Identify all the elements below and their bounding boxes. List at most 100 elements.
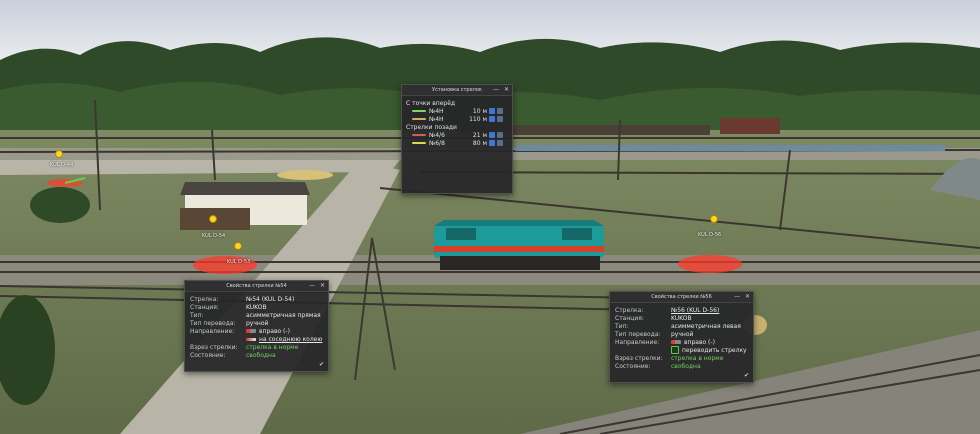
property-row: Состояние: свободна [615, 362, 748, 370]
property-row: Направление: вправо (-) [190, 327, 323, 335]
info-icon[interactable] [489, 132, 495, 138]
property-value: стрелка в норме [246, 343, 299, 351]
throw-switch-icon[interactable] [671, 346, 679, 354]
route-color-icon [412, 118, 426, 120]
info-icon[interactable] [489, 116, 495, 122]
route-distance: 21 м [472, 131, 487, 139]
switch-marker-icon[interactable] [234, 242, 242, 250]
property-row: Тип перевода: ручной [615, 330, 748, 338]
property-label: Состояние: [190, 351, 226, 359]
property-row: переводить стрелку [615, 346, 748, 354]
property-row: Направление: вправо (-) [615, 338, 748, 346]
route-distance: 10 м [472, 107, 487, 115]
switch-tag[interactable]: KUL D-44 [50, 162, 73, 168]
settings-icon[interactable] [497, 132, 503, 138]
close-icon[interactable]: ✕ [504, 86, 509, 93]
switch-tag[interactable]: KUL D-53 [227, 259, 250, 265]
property-label: Стрелка: [190, 295, 219, 303]
property-value[interactable]: №56 (KUL D-56) [671, 307, 719, 314]
property-value: свободна [246, 351, 276, 359]
property-label: Станция: [190, 303, 219, 311]
property-label: Состояние: [615, 362, 651, 370]
close-icon[interactable]: ✕ [745, 293, 750, 300]
property-value: ручной [671, 330, 694, 338]
route-name: №4/6 [429, 131, 445, 139]
close-icon[interactable]: ✕ [320, 282, 325, 289]
property-value: KUKOB [671, 314, 692, 322]
property-row: Тип: асимметричная левая [615, 322, 748, 330]
property-value: KUKOB [246, 303, 267, 311]
route-item[interactable]: №6/8 80 м [406, 139, 508, 147]
route-distance: 80 м [472, 139, 487, 147]
route-distance: 110 м [469, 115, 487, 123]
switch-properties-panel-56: Свойства стрелки №56 — ✕ Стрелка: №56 (KU… [609, 291, 754, 383]
route-item[interactable]: №4Н 110 м [406, 115, 508, 123]
switch-tag[interactable]: KUL D-54 [202, 233, 225, 239]
direction-icon [246, 329, 256, 333]
pin-icon[interactable]: — [734, 293, 740, 300]
property-value: вправо (-) [259, 327, 290, 335]
property-value: ручной [246, 319, 269, 327]
confirm-icon[interactable]: ✔ [744, 372, 749, 379]
property-label: Взрез стрелки: [615, 354, 663, 362]
property-label: Тип перевода: [190, 319, 236, 327]
panel-title: Установка стрелок [432, 87, 482, 93]
property-row: на соседнюю колею [190, 335, 323, 343]
property-label: Стрелка: [615, 306, 644, 314]
switch-routes-panel: Установка стрелок — ✕ С точки вперёд №4Н… [401, 84, 513, 194]
settings-icon[interactable] [497, 108, 503, 114]
property-row: Станция: KUKOB [190, 303, 323, 311]
property-row: Стрелка: №56 (KUL D-56) [615, 306, 748, 314]
panel-title: Свойства стрелки №56 [651, 294, 712, 300]
route-color-icon [412, 134, 426, 136]
panel-title-bar[interactable]: Свойства стрелки №56 — ✕ [610, 292, 753, 303]
property-row: Взрез стрелки: стрелка в норме [615, 354, 748, 362]
panel-title: Свойства стрелки №54 [226, 283, 287, 289]
property-row: Стрелка: №54 (KUL D-54) [190, 295, 323, 303]
property-row: Тип: асимметричная прямая [190, 311, 323, 319]
property-value: №54 (KUL D-54) [246, 295, 295, 303]
route-item[interactable]: №4Н 10 м [406, 107, 508, 115]
property-value: асимметричная прямая [246, 311, 321, 319]
route-name: №4Н [429, 115, 444, 123]
pin-icon[interactable]: — [309, 282, 315, 289]
info-icon[interactable] [489, 108, 495, 114]
route-item[interactable]: №4/6 21 м [406, 131, 508, 139]
railway-scene [0, 0, 980, 434]
property-label: Тип: [615, 322, 629, 330]
property-row: Станция: KUKOB [615, 314, 748, 322]
panel-title-bar[interactable]: Свойства стрелки №54 — ✕ [185, 281, 328, 292]
switch-marker-icon[interactable] [710, 215, 718, 223]
info-icon[interactable] [489, 140, 495, 146]
property-label: Направление: [615, 338, 660, 346]
property-value: стрелка в норме [671, 354, 724, 362]
property-row: Взрез стрелки: стрелка в норме [190, 343, 323, 351]
panel-title-bar[interactable]: Установка стрелок — ✕ [402, 85, 512, 96]
property-label: Взрез стрелки: [190, 343, 238, 351]
confirm-icon[interactable]: ✔ [319, 361, 324, 368]
direction-icon [671, 340, 681, 344]
property-label: Тип перевода: [615, 330, 661, 338]
switch-marker-icon[interactable] [209, 215, 217, 223]
section-heading: Стрелки позади [406, 123, 457, 131]
property-label: Станция: [615, 314, 644, 322]
settings-icon[interactable] [497, 140, 503, 146]
property-row: Тип перевода: ручной [190, 319, 323, 327]
route-name: №4Н [429, 107, 444, 115]
pin-icon[interactable]: — [493, 86, 499, 93]
settings-icon[interactable] [497, 116, 503, 122]
switch-tag[interactable]: KUL D-56 [698, 232, 721, 238]
property-row: Состояние: свободна [190, 351, 323, 359]
property-value: свободна [671, 362, 701, 370]
route-name: №6/8 [429, 139, 445, 147]
route-color-icon [412, 142, 426, 144]
property-label: Направление: [190, 327, 235, 335]
throw-switch-link[interactable]: на соседнюю колею [259, 336, 322, 343]
throw-switch-icon[interactable] [246, 337, 256, 341]
section-heading: С точки вперёд [406, 99, 456, 107]
throw-switch-link[interactable]: переводить стрелку [682, 347, 747, 354]
property-label: Тип: [190, 311, 204, 319]
switch-marker-icon[interactable] [55, 150, 63, 158]
route-color-icon [412, 110, 426, 112]
property-value: асимметричная левая [671, 322, 741, 330]
